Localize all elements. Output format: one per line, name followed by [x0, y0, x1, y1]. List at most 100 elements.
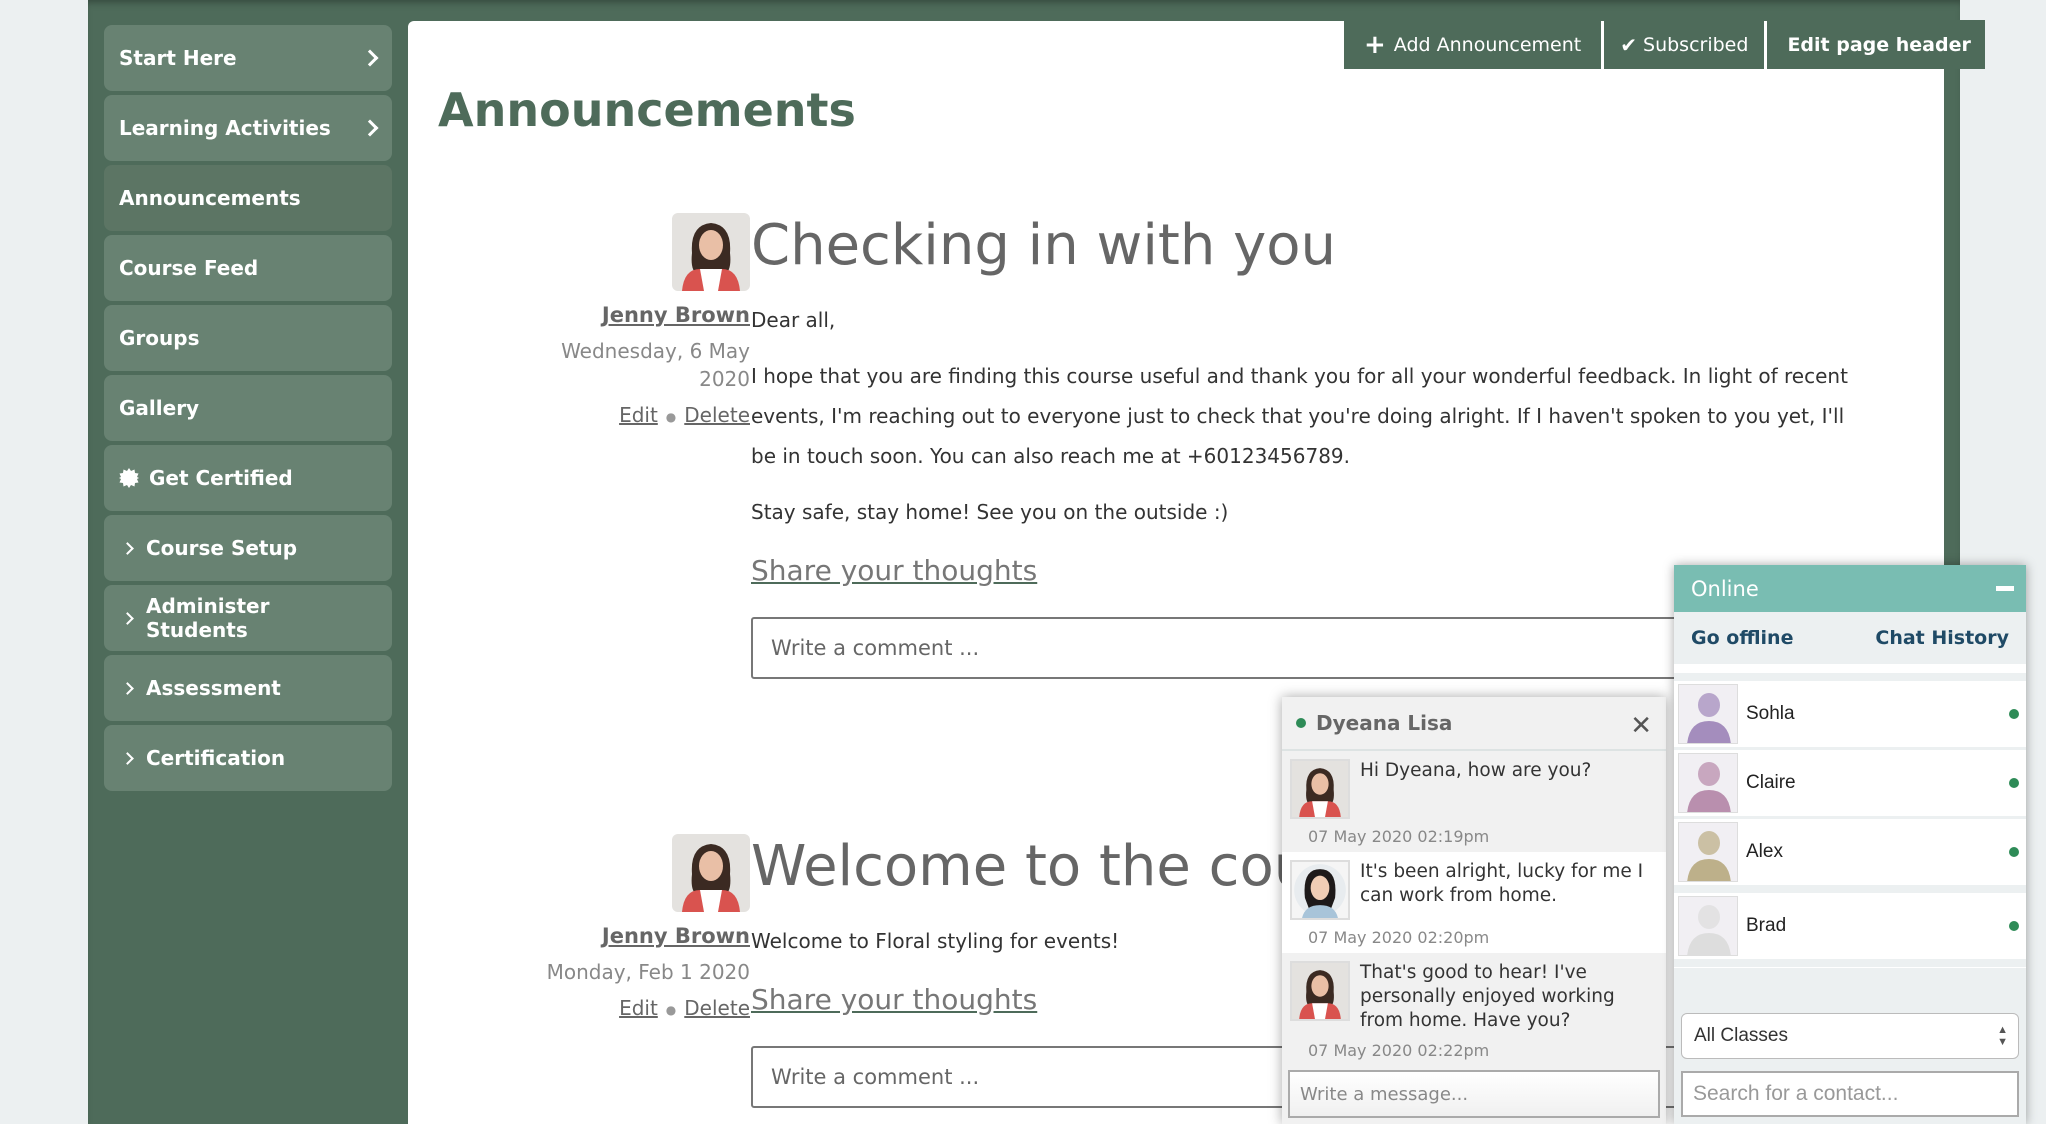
post-title: Checking in with you	[751, 213, 1337, 278]
edit-link[interactable]: Edit	[619, 403, 658, 427]
contact-name: Brad	[1746, 915, 1787, 936]
delete-link[interactable]: Delete	[684, 403, 750, 427]
sidebar-item-gallery[interactable]: Gallery	[104, 375, 392, 441]
contact-name: Sohla	[1746, 703, 1795, 724]
edit-page-header-label: Edit page header	[1787, 33, 1971, 56]
page-toolbar: + Add Announcement ✔ Subscribed Edit pag…	[1344, 20, 1985, 69]
comment-input[interactable]: Write a comment ...	[751, 617, 1751, 679]
person-placeholder-icon	[1679, 685, 1737, 743]
chat-contact-name: Dyeana Lisa	[1316, 711, 1453, 735]
sidebar-item-announcements[interactable]: Announcements	[104, 165, 392, 231]
post-date: Wednesday, 6 May 2020	[561, 339, 750, 391]
chat-window: Dyeana Lisa ✕ Hi Dyeana, how are you? 07…	[1282, 697, 1666, 1124]
contact-search-input[interactable]: Search for a contact...	[1681, 1071, 2019, 1117]
message-time: 07 May 2020 02:20pm	[1308, 928, 1490, 947]
online-status-icon	[2009, 847, 2019, 857]
class-filter-value: All Classes	[1694, 1025, 1788, 1046]
class-filter-select[interactable]: All Classes ▲ ▼	[1681, 1013, 2019, 1059]
sidebar-item-learning-activities[interactable]: Learning Activities	[104, 95, 392, 161]
minimize-icon[interactable]	[1996, 586, 2014, 591]
online-panel: Online Go offline Chat History Sohla Clai…	[1674, 565, 2026, 1124]
avatar-photo-icon	[672, 834, 750, 912]
delete-link[interactable]: Delete	[684, 996, 750, 1020]
chat-message: That's good to hear! I've personally enj…	[1282, 953, 1666, 1066]
chat-message-input[interactable]: Write a message...	[1288, 1070, 1660, 1118]
sidebar-item-course-feed[interactable]: Course Feed	[104, 235, 392, 301]
message-avatar	[1290, 961, 1350, 1021]
checkmark-icon: ✔	[1620, 32, 1638, 57]
certificate-badge-icon	[119, 468, 139, 488]
contact-name: Claire	[1746, 772, 1796, 793]
chat-message: Hi Dyeana, how are you? 07 May 2020 02:1…	[1282, 751, 1666, 852]
sidebar-item-administer-students[interactable]: Administer Students	[104, 585, 392, 651]
sidebar-item-label: Learning Activities	[119, 116, 331, 140]
online-status-icon	[2009, 921, 2019, 931]
sidebar-item-label: Gallery	[119, 396, 200, 420]
contact-avatar	[1678, 896, 1738, 956]
sidebar-item-label: Course Setup	[146, 536, 298, 560]
separator-dot: ●	[665, 409, 677, 424]
sidebar-item-label: Certification	[146, 746, 286, 770]
chat-message: It's been alright, lucky for me I can wo…	[1282, 852, 1666, 953]
share-thoughts-link[interactable]: Share your thoughts	[751, 554, 1037, 587]
sidebar-item-groups[interactable]: Groups	[104, 305, 392, 371]
avatar-photo-icon	[1292, 761, 1348, 817]
chat-history-link[interactable]: Chat History	[1875, 627, 2009, 649]
message-text: Hi Dyeana, how are you?	[1360, 760, 1592, 781]
contact-item[interactable]: Brad	[1674, 893, 2026, 959]
sidebar: Start Here Learning Activities Announcem…	[104, 25, 392, 795]
message-text: That's good to hear! I've personally enj…	[1360, 962, 1615, 1031]
message-avatar	[1290, 860, 1350, 920]
add-announcement-button[interactable]: + Add Announcement	[1344, 20, 1602, 69]
online-panel-title: Online	[1691, 576, 1759, 601]
post-paragraph: Stay safe, stay home! See you on the out…	[751, 500, 1229, 524]
sidebar-item-start-here[interactable]: Start Here	[104, 25, 392, 91]
sidebar-item-label: Assessment	[146, 676, 281, 700]
go-offline-link[interactable]: Go offline	[1691, 627, 1793, 649]
sidebar-item-certification[interactable]: Certification	[104, 725, 392, 791]
author-avatar[interactable]	[672, 213, 750, 291]
message-time: 07 May 2020 02:22pm	[1308, 1041, 1490, 1060]
author-link[interactable]: Jenny Brown	[470, 303, 750, 327]
online-status-icon	[2009, 778, 2019, 788]
sidebar-item-assessment[interactable]: Assessment	[104, 655, 392, 721]
divider	[1674, 664, 2026, 673]
add-announcement-label: Add Announcement	[1393, 33, 1582, 56]
sidebar-item-label: Announcements	[119, 186, 301, 210]
contact-avatar	[1678, 684, 1738, 744]
close-icon[interactable]: ✕	[1630, 711, 1652, 741]
sidebar-item-course-setup[interactable]: Course Setup	[104, 515, 392, 581]
online-panel-header: Online	[1674, 565, 2026, 612]
author-link[interactable]: Jenny Brown	[470, 924, 750, 948]
contact-item[interactable]: Claire	[1674, 750, 2026, 816]
online-status-icon	[1296, 718, 1306, 728]
contact-list: Sohla Claire Alex Brad Dina	[1674, 673, 2026, 968]
author-avatar[interactable]	[672, 834, 750, 912]
online-panel-links: Go offline Chat History	[1674, 612, 2026, 664]
separator-dot: ●	[665, 1002, 677, 1017]
share-thoughts-link[interactable]: Share your thoughts	[751, 983, 1037, 1016]
chat-header: Dyeana Lisa ✕	[1282, 697, 1666, 751]
chevron-right-icon	[121, 681, 134, 695]
sidebar-item-label: Course Feed	[119, 256, 259, 280]
message-avatar	[1290, 759, 1350, 819]
sidebar-item-get-certified[interactable]: Get Certified	[104, 445, 392, 511]
edit-page-header-button[interactable]: Edit page header	[1767, 20, 1985, 69]
contact-avatar	[1678, 753, 1738, 813]
post-meta: Jenny Brown Monday, Feb 1 2020 Edit ● Dele…	[470, 834, 750, 1020]
post-paragraph: I hope that you are finding this course …	[751, 364, 1848, 468]
post-paragraph: Dear all,	[751, 308, 836, 332]
edit-link[interactable]: Edit	[619, 996, 658, 1020]
contact-item[interactable]: Dina	[1674, 967, 2026, 968]
chevron-right-icon	[121, 541, 134, 555]
post-text: Dear all, I hope that you are finding th…	[751, 300, 1871, 532]
post-actions: Edit ● Delete	[470, 996, 750, 1020]
subscribed-button[interactable]: ✔ Subscribed	[1604, 20, 1765, 69]
page-title: Announcements	[438, 83, 856, 137]
contact-item[interactable]: Alex	[1674, 819, 2026, 885]
contact-item[interactable]: Sohla	[1674, 681, 2026, 747]
post-date: Monday, Feb 1 2020	[546, 960, 750, 984]
avatar-photo-icon	[672, 213, 750, 291]
online-status-icon	[2009, 709, 2019, 719]
chevron-right-icon	[361, 119, 379, 137]
